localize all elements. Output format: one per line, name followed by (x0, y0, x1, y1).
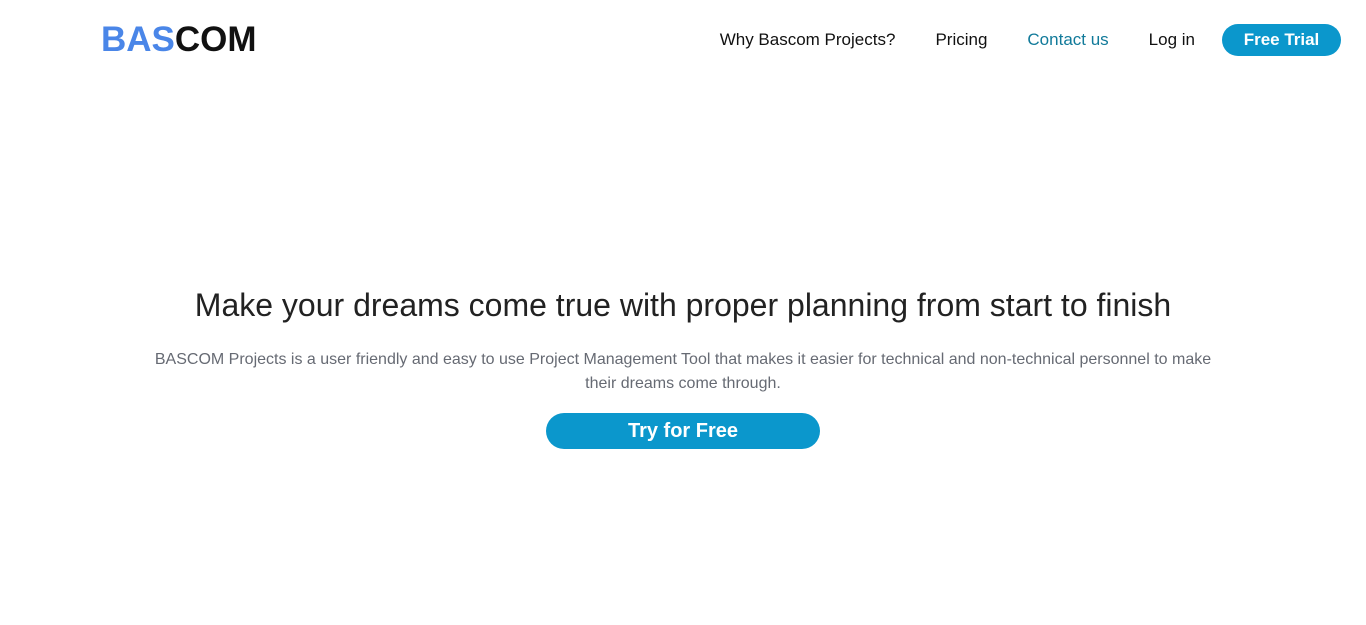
nav-link-contact[interactable]: Contact us (1027, 30, 1108, 50)
landing-page: BASCOM Why Bascom Projects? Pricing Cont… (0, 0, 1366, 625)
hero-title: Make your dreams come true with proper p… (194, 287, 1172, 323)
logo-text-bas: BAS (101, 20, 175, 59)
brand-logo[interactable]: BASCOM (101, 19, 257, 61)
free-trial-button[interactable]: Free Trial (1222, 24, 1341, 56)
hero-description: BASCOM Projects is a user friendly and e… (154, 351, 1212, 392)
nav-link-login[interactable]: Log in (1149, 30, 1195, 50)
main-navigation: Why Bascom Projects? Pricing Contact us … (720, 24, 1341, 56)
try-for-free-button[interactable]: Try for Free (546, 413, 820, 449)
nav-link-why-bascom[interactable]: Why Bascom Projects? (720, 30, 896, 50)
logo-text-com: COM (174, 20, 257, 59)
nav-link-pricing[interactable]: Pricing (935, 30, 987, 50)
